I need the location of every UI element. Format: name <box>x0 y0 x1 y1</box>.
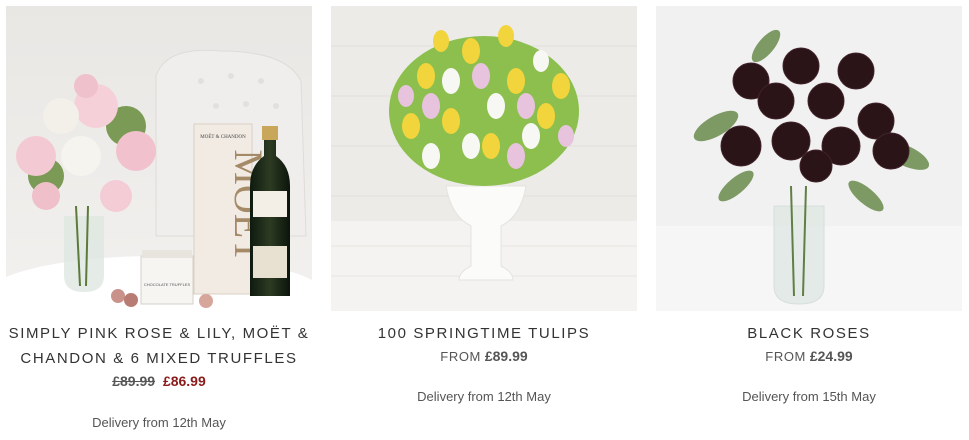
product-price: FROM £24.99 <box>656 346 962 367</box>
truffle-box-text: CHOCOLATE TRUFFLES <box>144 282 191 287</box>
rose-lily-champagne-photo: MOËT & CHANDON MOËT CHOCOLATE TRUFFLES <box>6 6 312 311</box>
product-price: FROM £89.99 <box>331 346 637 367</box>
product-image[interactable] <box>331 6 637 311</box>
product-image[interactable]: MOËT & CHANDON MOËT CHOCOLATE TRUFFLES <box>6 6 312 311</box>
delivery-info: Delivery from 12th May <box>92 415 226 430</box>
delivery-info: Delivery from 15th May <box>742 389 876 404</box>
price-prefix: FROM <box>440 349 481 364</box>
product-card[interactable]: BLACK ROSES FROM £24.99 Delivery from 15… <box>656 6 962 404</box>
product-card[interactable]: 100 SPRINGTIME TULIPS FROM £89.99 Delive… <box>331 6 637 404</box>
product-title[interactable]: BLACK ROSES <box>656 321 962 346</box>
tulips-photo <box>331 6 637 311</box>
price-value: £89.99 <box>484 348 528 364</box>
delivery-info: Delivery from 12th May <box>417 389 551 404</box>
product-grid: MOËT & CHANDON MOËT CHOCOLATE TRUFFLES S… <box>0 0 969 440</box>
product-price: £89.99 £86.99 <box>6 371 312 391</box>
original-price: £89.99 <box>112 373 156 389</box>
black-roses-photo <box>656 6 962 311</box>
box-brand-text: MOËT & CHANDON <box>200 134 246 140</box>
sale-price: £86.99 <box>162 373 206 389</box>
product-title[interactable]: 100 SPRINGTIME TULIPS <box>331 321 637 346</box>
product-image[interactable] <box>656 6 962 311</box>
price-value: £24.99 <box>809 348 853 364</box>
price-prefix: FROM <box>765 349 806 364</box>
product-card[interactable]: MOËT & CHANDON MOËT CHOCOLATE TRUFFLES S… <box>6 6 312 430</box>
product-title[interactable]: SIMPLY PINK ROSE & LILY, MOËT & CHANDON … <box>6 321 312 371</box>
